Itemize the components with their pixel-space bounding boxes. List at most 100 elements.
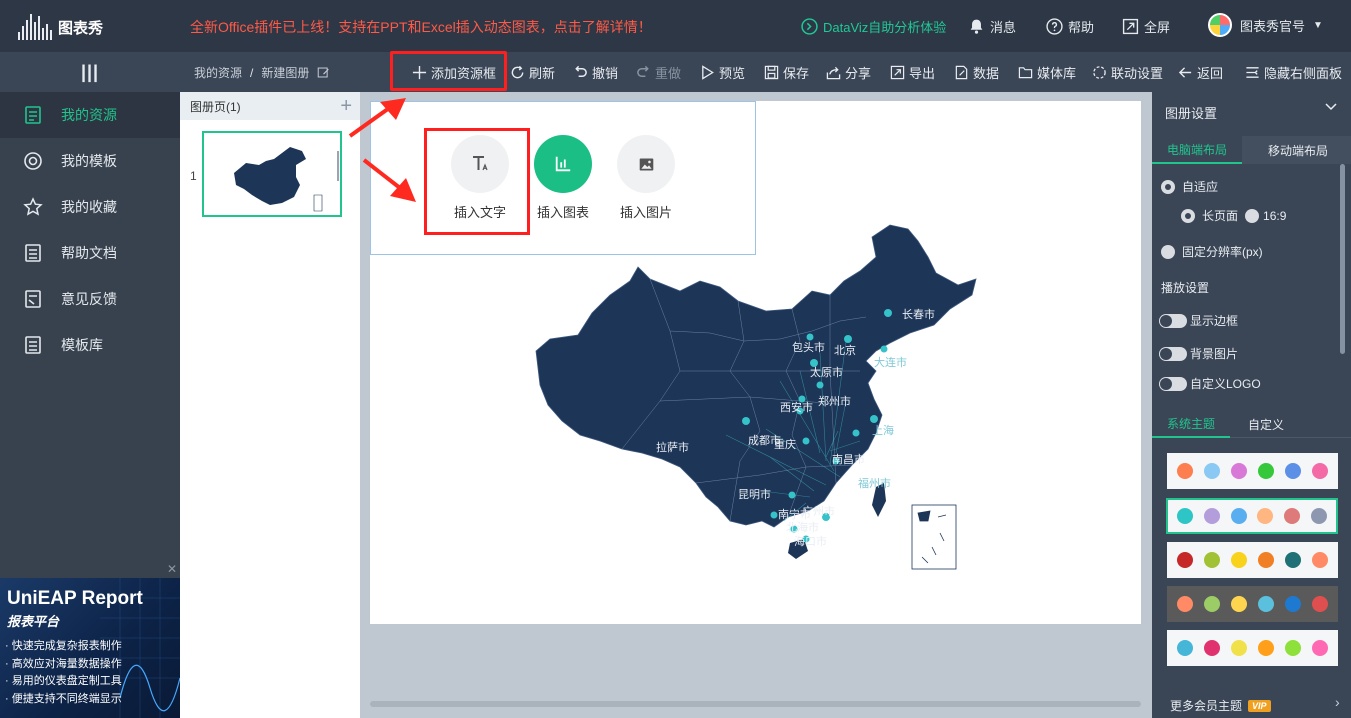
city-label: 西安市: [780, 400, 813, 414]
media-library-button[interactable]: 媒体库: [1018, 52, 1076, 92]
menu-toggle-icon[interactable]: |||: [0, 52, 180, 92]
ad-subtitle: 报表平台: [7, 614, 60, 629]
theme-palette[interactable]: [1167, 630, 1338, 666]
preview-label: 预览: [719, 65, 746, 81]
logo[interactable]: 图表秀: [18, 10, 128, 40]
page-thumbnail[interactable]: [202, 131, 342, 217]
undo-icon: [575, 65, 587, 77]
long-page-option[interactable]: 长页面 16:9: [1181, 207, 1286, 224]
undo-button[interactable]: 撤销: [573, 52, 618, 92]
help-link[interactable]: 帮助: [1046, 17, 1094, 36]
ad-close-button[interactable]: ✕: [167, 562, 177, 576]
more-themes-label: 更多会员主题: [1170, 699, 1243, 713]
radio-long-page[interactable]: [1181, 208, 1195, 223]
share-button[interactable]: 分享: [826, 52, 871, 92]
add-frame-highlight-box: [390, 51, 507, 91]
bg-image-toggle[interactable]: [1159, 346, 1187, 361]
play-settings-heading: 播放设置: [1161, 281, 1210, 295]
custom-logo-toggle-row[interactable]: 自定义LOGO: [1159, 375, 1261, 392]
edit-icon[interactable]: [317, 66, 330, 79]
city-label: 拉萨市: [656, 440, 689, 454]
china-map[interactable]: 长春市 包头市 北京 大连市 太原市 郑州市 西安市 拉萨市 成都市 重庆 南昌…: [530, 221, 990, 581]
theme-palette[interactable]: [1167, 586, 1338, 622]
advertisement-banner[interactable]: UniEAP Report 报表平台 快速完成复杂报表制作 高效应对海量数据操作…: [0, 578, 180, 718]
tab-desktop-layout[interactable]: 电脑端布局: [1152, 136, 1242, 164]
show-border-toggle-row[interactable]: 显示边框: [1159, 312, 1238, 329]
sidebar-item-label: 帮助文档: [61, 245, 117, 261]
settings-scrollbar[interactable]: [1340, 164, 1345, 354]
account-menu[interactable]: 图表秀官号 ▼: [1208, 13, 1323, 37]
redo-label: 重做: [655, 65, 682, 81]
avatar: [1208, 13, 1232, 37]
back-button[interactable]: 返回: [1178, 52, 1223, 92]
palette-swatch: [1285, 596, 1302, 612]
sidebar-item-my-resources[interactable]: 我的资源: [0, 92, 180, 138]
fullscreen-icon: [1122, 18, 1139, 35]
tab-system-theme[interactable]: 系统主题: [1152, 410, 1230, 438]
palette-swatch: [1176, 596, 1193, 612]
custom-logo-toggle[interactable]: [1159, 376, 1187, 391]
show-border-toggle[interactable]: [1159, 313, 1187, 328]
palette-swatch: [1312, 463, 1329, 479]
theme-palette-selected[interactable]: [1166, 498, 1338, 534]
export-button[interactable]: 导出: [890, 52, 935, 92]
hide-right-panel-button[interactable]: 隐藏右侧面板: [1245, 52, 1342, 92]
save-button[interactable]: 保存: [764, 52, 809, 92]
breadcrumb-root[interactable]: 我的资源: [194, 64, 242, 81]
palette-swatch: [1312, 640, 1329, 656]
insert-chart-button[interactable]: 插入图表: [523, 135, 603, 221]
palette-swatch: [1203, 463, 1220, 479]
linkage-settings-button[interactable]: 联动设置: [1092, 52, 1163, 92]
tab-custom-theme[interactable]: 自定义: [1230, 410, 1302, 438]
template-icon: [22, 150, 44, 172]
palette-swatch: [1285, 640, 1302, 656]
data-button[interactable]: 数据: [954, 52, 999, 92]
theme-palette[interactable]: [1167, 453, 1338, 489]
star-icon: [22, 196, 44, 218]
doc-icon: [22, 242, 44, 264]
dataviz-link[interactable]: DataViz自助分析体验: [801, 17, 946, 36]
palette-swatch: [1310, 508, 1327, 524]
theme-palette[interactable]: [1167, 542, 1338, 578]
bg-image-toggle-row[interactable]: 背景图片: [1159, 345, 1238, 362]
redo-button[interactable]: 重做: [636, 52, 681, 92]
radio-16-9[interactable]: [1245, 208, 1260, 223]
announcement-banner[interactable]: 全新Office插件已上线！支持在PPT和Excel插入动态图表，点击了解详情！: [190, 17, 652, 37]
custom-logo-label: 自定义LOGO: [1190, 377, 1261, 391]
fixed-resolution-option[interactable]: 固定分辨率(px): [1161, 243, 1263, 260]
chevron-down-icon[interactable]: [1324, 100, 1338, 114]
palette-swatch: [1285, 463, 1302, 479]
city-label: 重庆: [774, 437, 796, 451]
palette-swatch: [1203, 508, 1220, 524]
library-icon: [22, 334, 44, 356]
palette-swatch: [1176, 463, 1193, 479]
image-icon: [617, 135, 675, 193]
radio-fixed-resolution[interactable]: [1161, 244, 1175, 259]
sidebar-item-label: 我的收藏: [61, 199, 117, 215]
palette-swatch: [1230, 640, 1247, 656]
adaptive-option[interactable]: 自适应: [1161, 178, 1218, 195]
messages-link[interactable]: 消息: [968, 17, 1016, 36]
sidebar-item-label: 我的资源: [61, 107, 117, 123]
sidebar-item-template-library[interactable]: 模板库: [0, 322, 180, 368]
tab-mobile-layout[interactable]: 移动端布局: [1248, 136, 1348, 164]
refresh-button[interactable]: 刷新: [510, 52, 555, 92]
palette-swatch: [1230, 552, 1247, 568]
sidebar-item-favorites[interactable]: 我的收藏: [0, 184, 180, 230]
radio-adaptive[interactable]: [1161, 179, 1175, 194]
canvas-horizontal-scrollbar[interactable]: [370, 701, 1141, 707]
palette-swatch: [1230, 596, 1247, 612]
more-member-themes-link[interactable]: 更多会员主题 VIP: [1170, 697, 1271, 714]
pages-panel-header: 图册页(1) +: [180, 92, 360, 120]
chevron-right-icon[interactable]: ›: [1335, 694, 1340, 710]
export-label: 导出: [909, 65, 936, 81]
adaptive-label: 自适应: [1182, 180, 1219, 194]
fullscreen-link[interactable]: 全屏: [1122, 17, 1170, 36]
sidebar-item-feedback[interactable]: 意见反馈: [0, 276, 180, 322]
insert-image-button[interactable]: 插入图片: [606, 135, 686, 221]
sidebar-item-my-templates[interactable]: 我的模板: [0, 138, 180, 184]
preview-button[interactable]: 预览: [700, 52, 745, 92]
show-border-label: 显示边框: [1190, 314, 1239, 328]
messages-label: 消息: [990, 20, 1017, 35]
sidebar-item-help-docs[interactable]: 帮助文档: [0, 230, 180, 276]
